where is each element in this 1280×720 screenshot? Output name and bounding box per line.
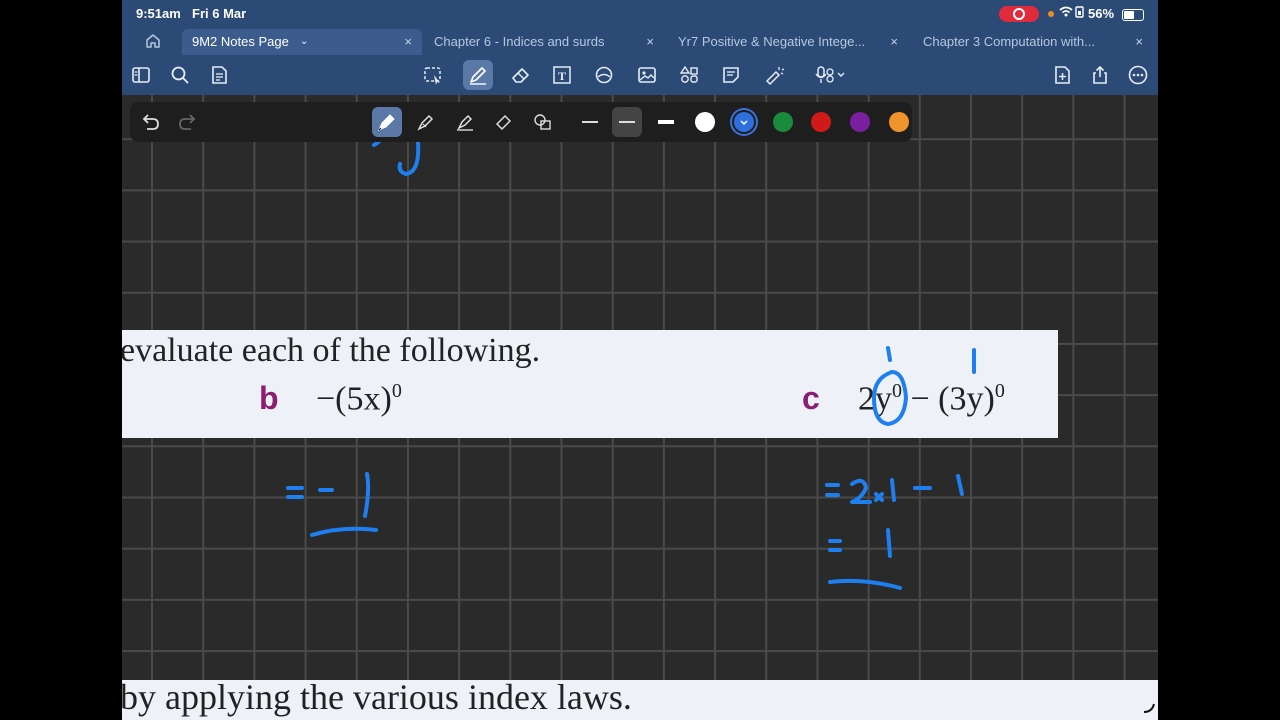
screen-recording-icon[interactable]: [999, 6, 1039, 22]
mic-icon[interactable]: [812, 62, 852, 88]
more-icon[interactable]: [1125, 62, 1151, 88]
document-tabs: 9M2 Notes Page ⌄ × Chapter 6 - Indices a…: [122, 29, 1158, 55]
question-c-letter: c: [802, 380, 820, 416]
color-swatch-red[interactable]: [811, 112, 831, 132]
main-toolbar: T: [122, 56, 1158, 95]
laser-icon[interactable]: [761, 62, 787, 88]
thick-line-option[interactable]: [658, 120, 674, 124]
sticky-note-icon[interactable]: [718, 62, 744, 88]
shapes-icon[interactable]: [591, 62, 617, 88]
tab-label: 9M2 Notes Page: [192, 34, 289, 49]
chevron-down-icon[interactable]: ⌄: [300, 29, 308, 55]
status-bar: 9:51am Fri 6 Mar 56%: [122, 0, 1158, 28]
color-swatch-green[interactable]: [773, 112, 793, 132]
brush-eraser-icon[interactable]: [489, 107, 519, 137]
thin-line-option[interactable]: [582, 121, 598, 123]
question-b-letter: b: [259, 380, 279, 416]
svg-text:T: T: [558, 69, 566, 83]
question-c-expression: 2y0 − (3y)0: [858, 380, 1005, 418]
expression-term2: − (3y): [902, 380, 995, 418]
tab-label: Chapter 3 Computation with...: [923, 34, 1095, 49]
color-swatch-blue[interactable]: [734, 112, 754, 132]
redo-icon[interactable]: [176, 110, 200, 134]
lasso-icon[interactable]: [420, 62, 446, 88]
medium-line-option[interactable]: [619, 121, 635, 123]
resize-handle-icon[interactable]: [1142, 700, 1156, 714]
color-swatch-orange[interactable]: [889, 112, 909, 132]
pen-icon[interactable]: [463, 60, 493, 90]
close-icon[interactable]: ×: [646, 29, 654, 55]
tab-chapter-6[interactable]: Chapter 6 - Indices and surds ×: [424, 29, 664, 55]
eraser-icon[interactable]: [508, 62, 534, 88]
battery-percent: 56%: [1088, 6, 1115, 21]
battery-icon: [1122, 9, 1144, 21]
sidebar-icon[interactable]: [128, 62, 154, 88]
ballpoint-pen-icon[interactable]: [411, 107, 441, 137]
home-icon[interactable]: [144, 32, 162, 50]
wifi-icon: [1058, 5, 1086, 22]
textbook-excerpt: evaluate each of the following. b −(5x)0…: [122, 330, 1058, 438]
close-icon[interactable]: ×: [890, 29, 898, 55]
add-page-icon[interactable]: [1049, 62, 1075, 88]
color-swatch-white[interactable]: [695, 112, 715, 132]
elements-icon[interactable]: [676, 62, 702, 88]
pen-tool-bar: [130, 102, 912, 142]
text-icon[interactable]: T: [549, 62, 575, 88]
share-icon[interactable]: [1087, 62, 1113, 88]
close-icon[interactable]: ×: [1135, 29, 1143, 55]
exponent: 0: [391, 380, 402, 402]
shape-pen-icon[interactable]: [528, 107, 558, 137]
exponent: 0: [892, 380, 902, 402]
expression-base: −(5x): [316, 380, 392, 418]
bottom-text: by applying the various index laws.: [122, 677, 632, 717]
textbook-excerpt-bottom: by applying the various index laws.: [122, 677, 1158, 720]
tab-yr7-integers[interactable]: Yr7 Positive & Negative Intege... ×: [668, 29, 908, 55]
tab-label: Yr7 Positive & Negative Intege...: [678, 34, 866, 49]
search-icon[interactable]: [167, 62, 193, 88]
expression-term1: 2y: [858, 380, 892, 418]
exponent: 0: [994, 380, 1005, 402]
tab-chapter-3[interactable]: Chapter 3 Computation with... ×: [913, 29, 1153, 55]
status-time: 9:51am: [136, 6, 181, 21]
image-icon[interactable]: [634, 62, 660, 88]
question-b-expression: −(5x)0: [316, 380, 402, 418]
tab-9m2-notes[interactable]: 9M2 Notes Page ⌄ ×: [182, 29, 422, 55]
highlighter-icon[interactable]: [450, 107, 480, 137]
color-swatch-purple[interactable]: [850, 112, 870, 132]
document-icon[interactable]: [206, 62, 232, 88]
mic-indicator-icon: [1048, 11, 1054, 17]
ipad-screen: 9:51am Fri 6 Mar 56% 9M2 Notes Page ⌄ × …: [122, 0, 1158, 720]
app-chrome: 9:51am Fri 6 Mar 56% 9M2 Notes Page ⌄ × …: [122, 0, 1158, 95]
close-icon[interactable]: ×: [404, 29, 412, 55]
instruction-text: evaluate each of the following.: [122, 332, 541, 369]
tab-label: Chapter 6 - Indices and surds: [434, 34, 605, 49]
fountain-pen-icon[interactable]: [372, 107, 402, 137]
undo-icon[interactable]: [138, 110, 162, 134]
status-date: Fri 6 Mar: [192, 6, 247, 21]
